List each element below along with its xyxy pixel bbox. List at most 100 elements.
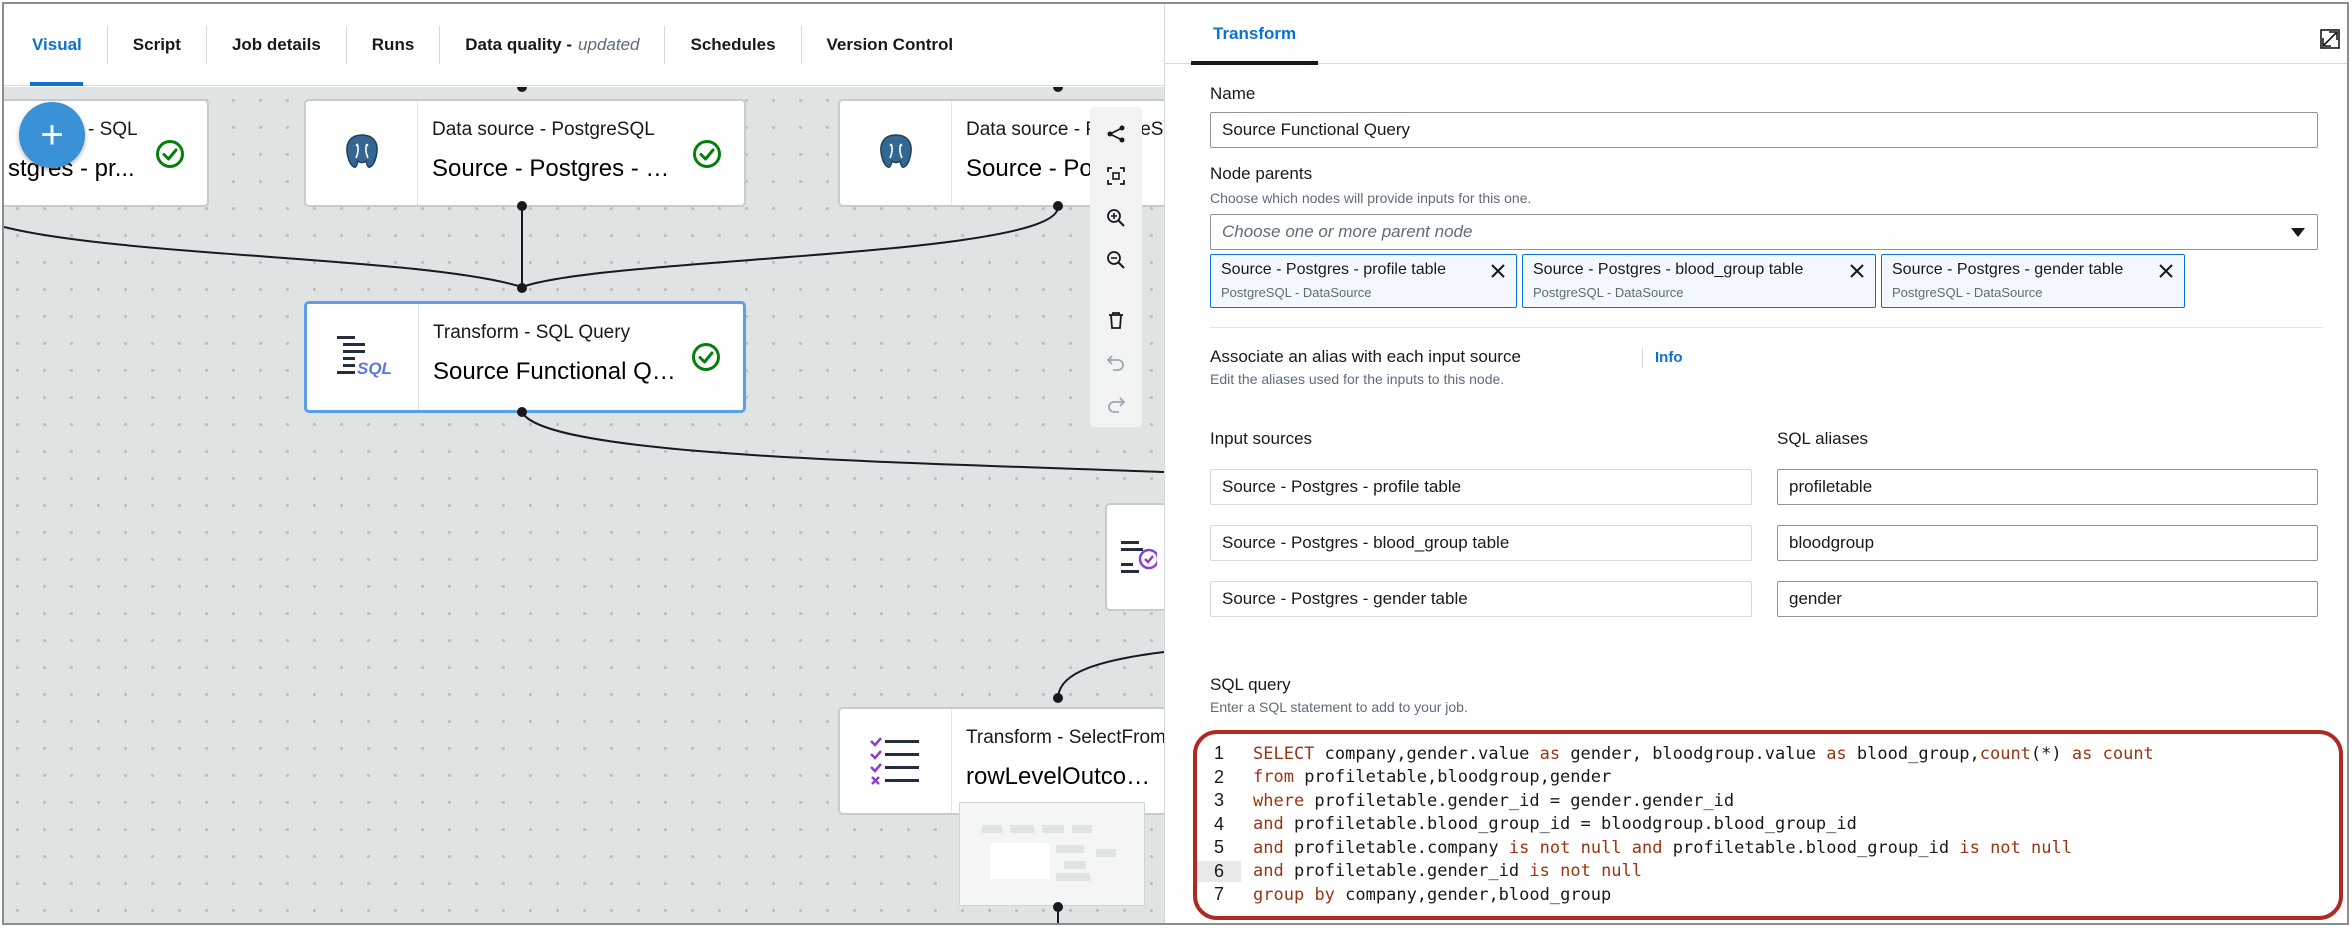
data-quality-icon <box>1107 505 1164 609</box>
zoom-in-icon[interactable] <box>1103 205 1129 231</box>
canvas-node[interactable]: Transform - SelectFrom rowLevelOutcomes <box>838 707 1164 815</box>
tab-script[interactable]: Script <box>108 4 206 86</box>
updated-badge: updated <box>578 34 640 54</box>
tab-visual[interactable]: Visual <box>30 4 107 86</box>
token-label: Source - Postgres - profile table <box>1221 261 1446 278</box>
node-type-label: Transform - SelectFrom <box>966 727 1164 748</box>
canvas-node[interactable] <box>1105 503 1164 611</box>
postgres-elephant-icon <box>306 101 418 205</box>
code-text: where profiletable.gender_id = gender.ge… <box>1253 790 1735 811</box>
panel-tabs: Transform <box>1165 4 2347 65</box>
info-link[interactable]: Info <box>1655 349 1683 366</box>
node-port <box>517 407 527 417</box>
success-check-icon <box>155 139 185 174</box>
svg-text:SQL: SQL <box>357 359 392 378</box>
canvas-node[interactable]: Data source - PostgreSQL Source - Postgr… <box>304 99 746 207</box>
code-text: and profiletable.gender_id is not null <box>1253 861 1643 882</box>
node-port <box>1053 902 1063 912</box>
layout-icon[interactable] <box>1103 121 1129 147</box>
parent-token: Source - Postgres - gender table Postgre… <box>1881 254 2185 308</box>
name-input[interactable]: Source Functional Query <box>1210 112 2318 148</box>
code-line[interactable]: 1 SELECT company,gender.value as gender, … <box>1197 742 2339 766</box>
tab-data-quality[interactable]: Data quality - updated <box>440 4 664 86</box>
alias-section-description: Edit the aliases used for the inputs to … <box>1210 371 1505 387</box>
canvas-node-selected[interactable]: SQL Transform - SQL Query Source Functio… <box>304 301 746 413</box>
code-text: group by company,gender,blood_group <box>1253 884 1612 905</box>
code-line[interactable]: 4 and profiletable.blood_group_id = blood… <box>1197 813 2339 837</box>
zoom-out-icon[interactable] <box>1103 247 1129 273</box>
app-frame: Visual Script Job details Runs Data qual… <box>2 2 2349 925</box>
redo-icon[interactable] <box>1103 391 1129 417</box>
node-name-label: Source - Postgres - bl... <box>432 155 682 182</box>
line-number: 2 <box>1213 766 1224 787</box>
delete-icon[interactable] <box>1103 307 1129 333</box>
line-number: 5 <box>1213 837 1224 858</box>
node-parents-description: Choose which nodes will provide inputs f… <box>1210 190 1532 206</box>
expand-icon[interactable] <box>2319 28 2341 50</box>
code-line[interactable]: 2 from profiletable,bloodgroup,gender <box>1197 766 2339 790</box>
tab-job-details[interactable]: Job details <box>207 4 346 86</box>
sql-alias-input[interactable]: gender <box>1777 581 2318 617</box>
tab-version-control[interactable]: Version Control <box>802 4 979 86</box>
line-number: 3 <box>1213 790 1224 811</box>
remove-token-icon[interactable] <box>1849 263 1865 279</box>
sql-alias-input[interactable]: bloodgroup <box>1777 525 2318 561</box>
node-parents-select[interactable]: Choose one or more parent node <box>1210 214 2318 250</box>
minimap-preview <box>982 825 1116 881</box>
fit-to-screen-icon[interactable] <box>1103 163 1129 189</box>
node-port <box>517 283 527 293</box>
code-line[interactable]: 7 group by company,gender,blood_group <box>1197 883 2339 907</box>
node-port <box>1053 201 1063 211</box>
code-line[interactable]: 3 where profiletable.gender_id = gender.g… <box>1197 789 2339 813</box>
token-sublabel: PostgreSQL - DataSource <box>1221 285 1372 300</box>
sql-query-icon: SQL <box>307 304 419 410</box>
caret-down-icon <box>2291 228 2305 237</box>
sql-query-label: SQL query <box>1210 675 1291 694</box>
info-divider <box>1642 348 1643 368</box>
name-label: Name <box>1210 84 1256 103</box>
token-label: Source - Postgres - gender table <box>1892 261 2124 278</box>
tab-transform[interactable]: Transform <box>1191 4 1319 65</box>
remove-token-icon[interactable] <box>1490 263 1506 279</box>
job-tabs: Visual Script Job details Runs Data qual… <box>4 4 1164 86</box>
code-text: and profiletable.blood_group_id = bloodg… <box>1253 814 1857 835</box>
node-name-label: Source Functional Qu... <box>433 358 683 385</box>
input-source-field: Source - Postgres - blood_group table <box>1210 525 1752 561</box>
line-number: 4 <box>1213 813 1224 834</box>
node-name-label: stgres - pr... <box>8 155 135 182</box>
node-type-label: Transform - SQL Query <box>433 322 631 343</box>
node-properties-panel: Transform Name Source Functional Query N… <box>1164 4 2347 923</box>
line-number: 6 <box>1197 860 1241 882</box>
sql-aliases-header: SQL aliases <box>1777 429 1869 448</box>
token-label: Source - Postgres - blood_group table <box>1533 261 1804 278</box>
visual-canvas[interactable]: - SQL stgres - pr... Data source - Postg… <box>4 87 1164 923</box>
line-number: 1 <box>1213 743 1224 764</box>
code-line[interactable]: 5 and profiletable.company is not null an… <box>1197 836 2339 860</box>
section-divider <box>1210 327 2323 328</box>
sql-query-description: Enter a SQL statement to add to your job… <box>1210 699 1468 715</box>
node-type-label: Data source - PostgreSQL <box>432 119 655 140</box>
node-parents-label: Node parents <box>1210 164 1313 183</box>
tab-runs[interactable]: Runs <box>347 4 440 86</box>
canvas-toolbar <box>1090 107 1142 427</box>
add-node-button[interactable]: + <box>19 102 85 168</box>
success-check-icon <box>691 342 721 377</box>
line-number: 7 <box>1213 884 1224 905</box>
canvas-minimap[interactable] <box>959 802 1145 906</box>
node-name-label: rowLevelOutcomes <box>966 763 1162 790</box>
remove-token-icon[interactable] <box>2158 263 2174 279</box>
node-port <box>517 201 527 211</box>
sql-alias-input[interactable]: profiletable <box>1777 469 2318 505</box>
sql-code-editor[interactable]: 1 SELECT company,gender.value as gender, … <box>1193 730 2343 920</box>
token-sublabel: PostgreSQL - DataSource <box>1533 285 1684 300</box>
code-text: SELECT company,gender.value as gender, b… <box>1253 743 2154 764</box>
code-text: and profiletable.company is not null and… <box>1253 837 2072 858</box>
select-placeholder: Choose one or more parent node <box>1222 222 1473 241</box>
parent-token: Source - Postgres - blood_group table Po… <box>1522 254 1876 308</box>
tab-schedules[interactable]: Schedules <box>665 4 800 86</box>
code-line[interactable]: 6 and profiletable.gender_id is not null <box>1197 860 2339 884</box>
undo-icon[interactable] <box>1103 349 1129 375</box>
success-check-icon <box>692 139 722 174</box>
code-text: from profiletable,bloodgroup,gender <box>1253 767 1612 788</box>
input-source-field: Source - Postgres - gender table <box>1210 581 1752 617</box>
